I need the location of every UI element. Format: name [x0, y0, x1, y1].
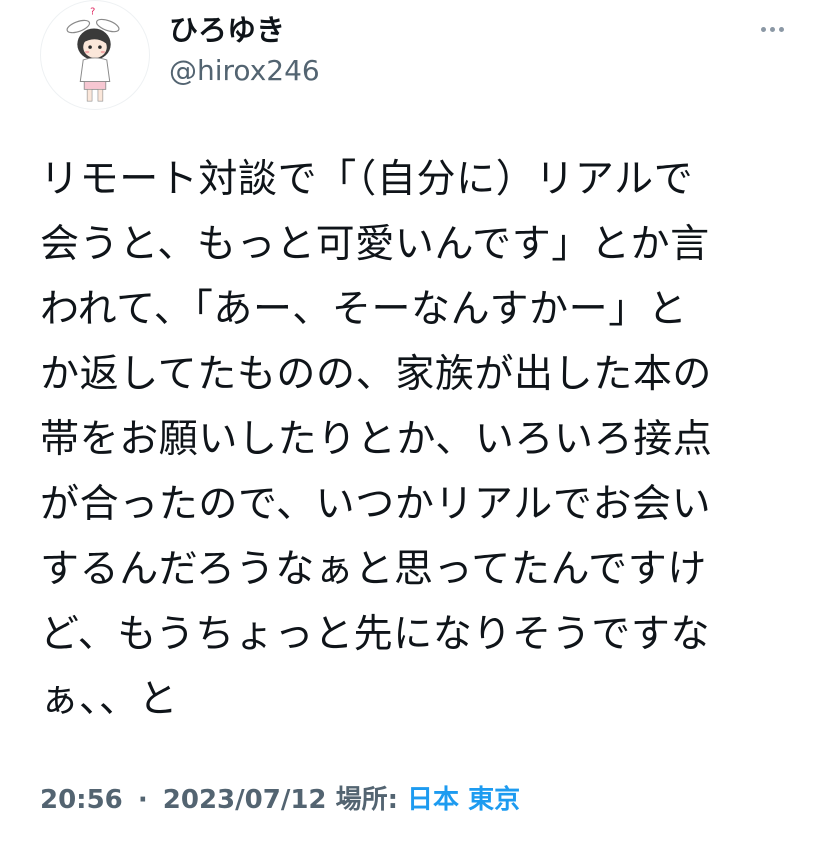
tweet-metadata: 20:56 · 2023/07/12 場所: 日本 東京 — [40, 780, 520, 820]
tweet-text-line: が合ったので、いつかリアルでお会い — [40, 482, 712, 527]
tweet-time[interactable]: 20:56 — [40, 785, 123, 815]
author-avatar[interactable]: ? — [40, 0, 150, 110]
svg-text:?: ? — [90, 7, 95, 18]
tweet: ? ひろゆき @hirox246 リモート対談で「（自分に）リアルで 会うと、も… — [0, 0, 828, 847]
more-horizontal-icon-dot — [778, 26, 784, 32]
user-avatar-rabbit-ears-icon: ? — [66, 7, 120, 102]
tweet-text-line: われて、「あー、そーなんすかー」と — [40, 287, 688, 332]
tweet-date[interactable]: 2023/07/12 — [163, 785, 327, 815]
author-display-name[interactable]: ひろゆき — [169, 12, 285, 48]
meta-separator: · — [137, 785, 148, 815]
author-handle[interactable]: @hirox246 — [169, 54, 320, 88]
more-options-button[interactable] — [752, 14, 792, 44]
more-horizontal-icon-dot — [769, 26, 775, 32]
tweet-text-line: か返してたものの、家族が出した本の — [40, 352, 713, 397]
tweet-text-line: 帯をお願いしたりとか、いろいろ接点 — [40, 417, 713, 462]
location-link[interactable]: 日本 東京 — [407, 785, 520, 815]
tweet-text-line: ど、もうちょっと先になりそうですな — [40, 612, 711, 657]
more-horizontal-icon — [760, 26, 766, 32]
tweet-text-line: 会うと、もっと可愛いんです」とか言 — [40, 222, 710, 267]
tweet-text: リモート対談で「（自分に）リアルで 会うと、もっと可愛いんです」とか言 われて、… — [40, 147, 800, 732]
tweet-text-line: するんだろうなぁと思ってたんですけ — [40, 547, 707, 592]
tweet-text-line: ぁ、、と — [40, 677, 179, 722]
tweet-text-line: リモート対談で「（自分に）リアルで — [40, 157, 694, 202]
location-label: 場所: — [335, 785, 398, 815]
